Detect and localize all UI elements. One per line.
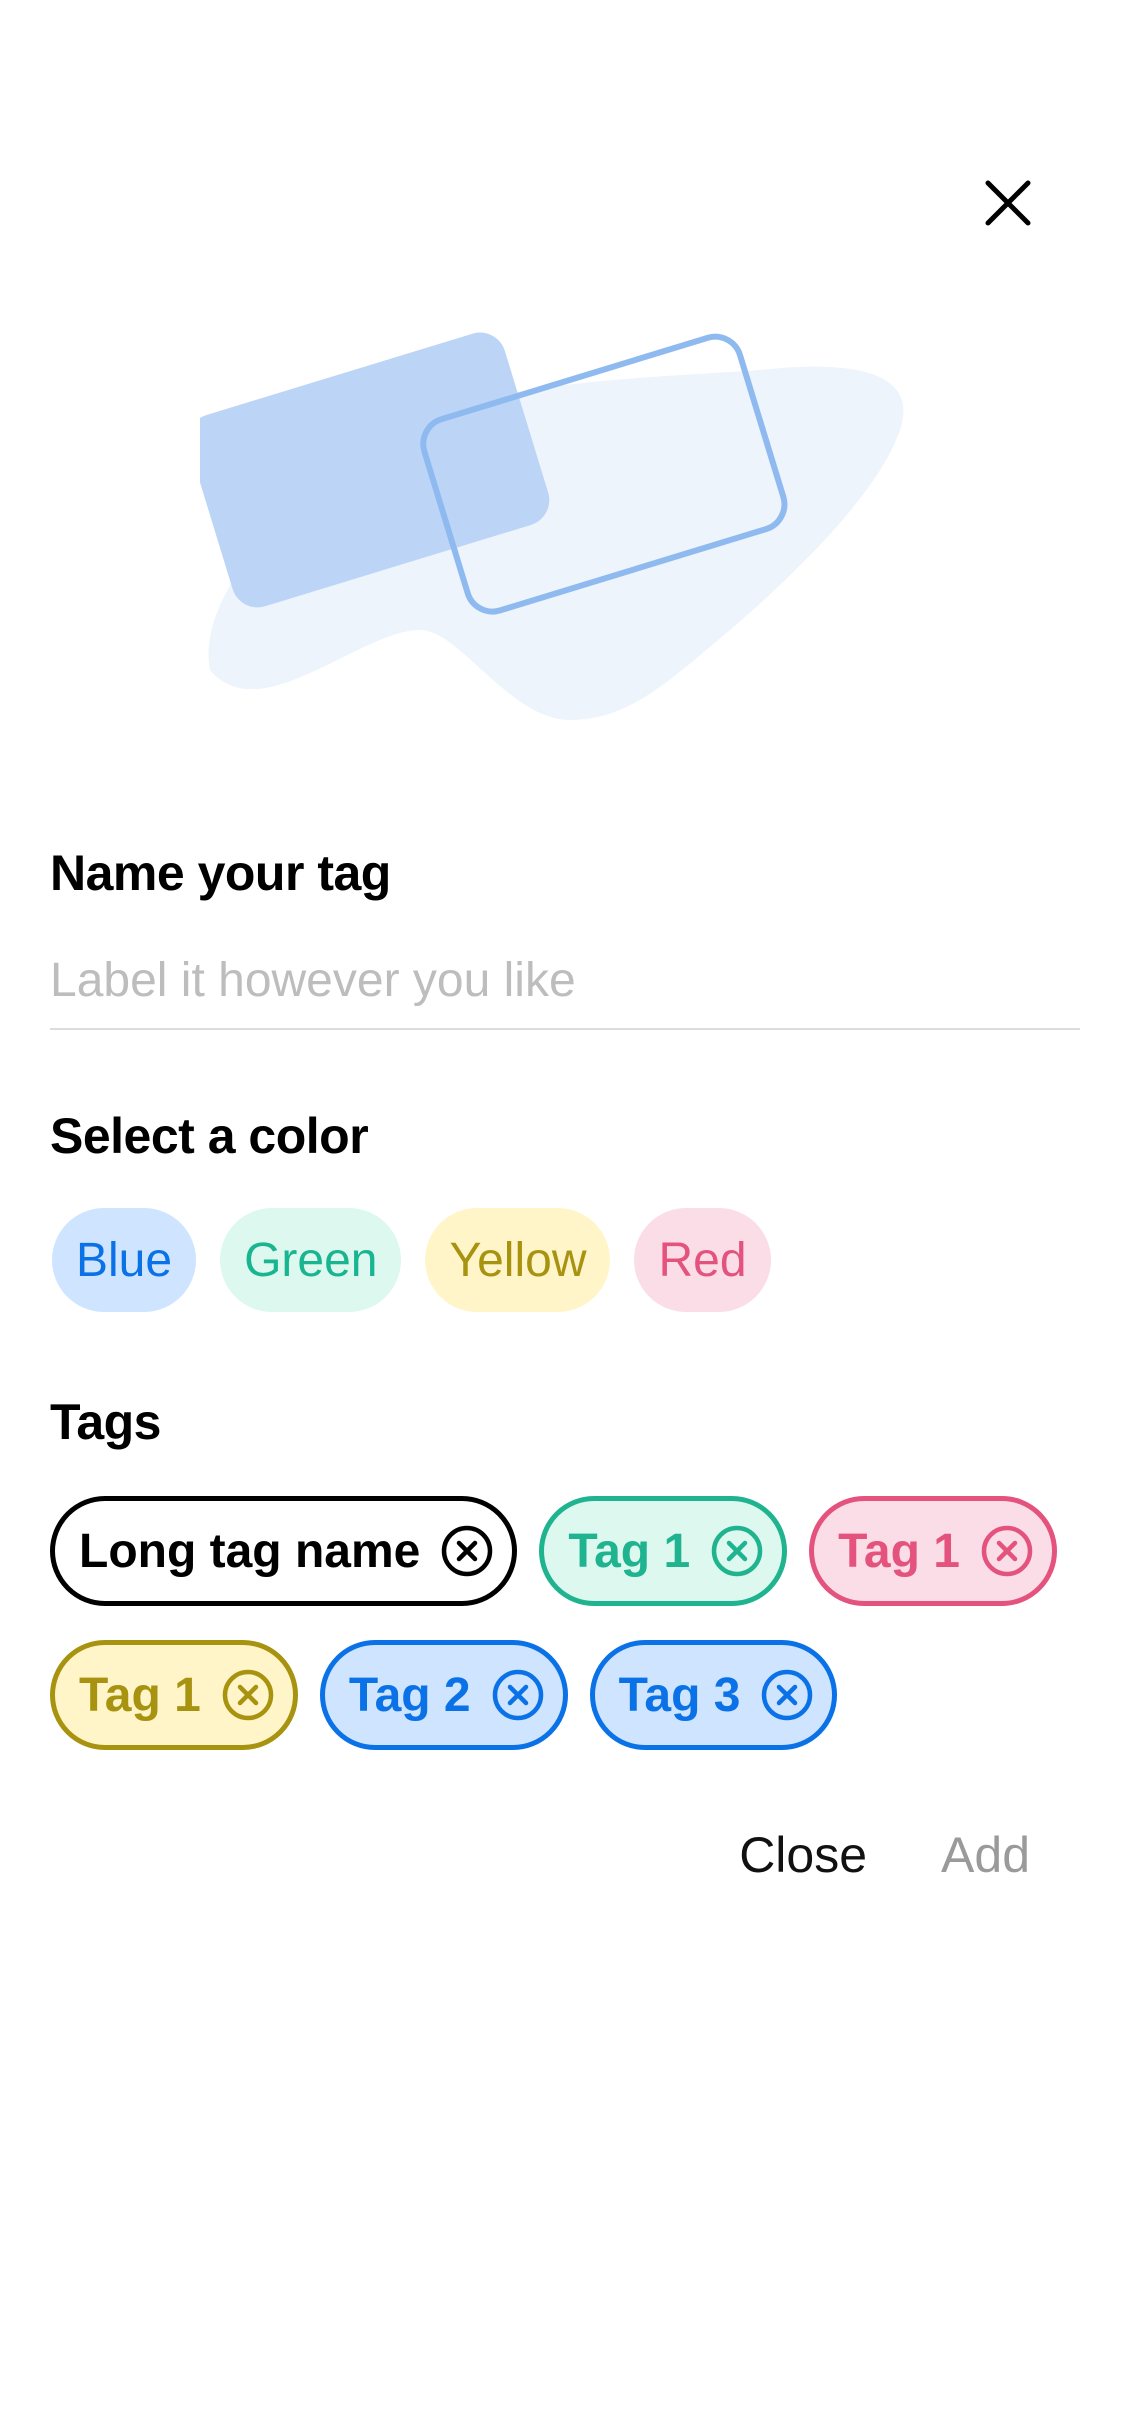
close-button[interactable]: Close bbox=[739, 1826, 867, 1884]
tag-label: Tag 1 bbox=[838, 1524, 960, 1578]
tag-name-input[interactable] bbox=[50, 940, 1080, 1030]
close-circle-icon[interactable] bbox=[440, 1524, 494, 1578]
tag-chip: Tag 2 bbox=[319, 1640, 568, 1750]
color-option-blue[interactable]: Blue bbox=[52, 1208, 197, 1312]
close-circle-icon[interactable] bbox=[491, 1668, 545, 1722]
color-options: Blue Green Yellow Red bbox=[52, 1208, 771, 1312]
tag-chip: Long tag name bbox=[50, 1496, 518, 1606]
color-option-yellow[interactable]: Yellow bbox=[425, 1208, 611, 1312]
tag-label: Long tag name bbox=[79, 1524, 421, 1578]
tag-chip: Tag 1 bbox=[809, 1496, 1057, 1606]
close-circle-icon[interactable] bbox=[221, 1668, 275, 1722]
close-icon[interactable] bbox=[980, 175, 1036, 231]
tag-label: Tag 1 bbox=[79, 1668, 201, 1722]
color-option-red[interactable]: Red bbox=[634, 1208, 771, 1312]
tag-cards-illustration bbox=[188, 300, 940, 740]
dialog-actions: Close Add bbox=[739, 1826, 1030, 1884]
add-button[interactable]: Add bbox=[941, 1826, 1030, 1884]
color-option-green[interactable]: Green bbox=[220, 1208, 402, 1312]
tag-label: Tag 1 bbox=[568, 1524, 691, 1578]
close-circle-icon[interactable] bbox=[980, 1524, 1034, 1578]
tag-chip: Tag 1 bbox=[50, 1640, 298, 1750]
tag-chip: Tag 3 bbox=[589, 1640, 838, 1750]
tags-section-title: Tags bbox=[50, 1394, 162, 1450]
tag-label: Tag 3 bbox=[618, 1668, 741, 1722]
tag-label: Tag 2 bbox=[348, 1668, 471, 1722]
color-section-title: Select a color bbox=[50, 1108, 369, 1164]
close-circle-icon[interactable] bbox=[760, 1668, 814, 1722]
close-circle-icon[interactable] bbox=[710, 1524, 764, 1578]
name-section-title: Name your tag bbox=[50, 845, 391, 901]
tag-chip: Tag 1 bbox=[539, 1496, 788, 1606]
tags-list: Long tag name Tag 1 Tag 1 Tag 1 Tag 2 Ta… bbox=[50, 1496, 1090, 1750]
